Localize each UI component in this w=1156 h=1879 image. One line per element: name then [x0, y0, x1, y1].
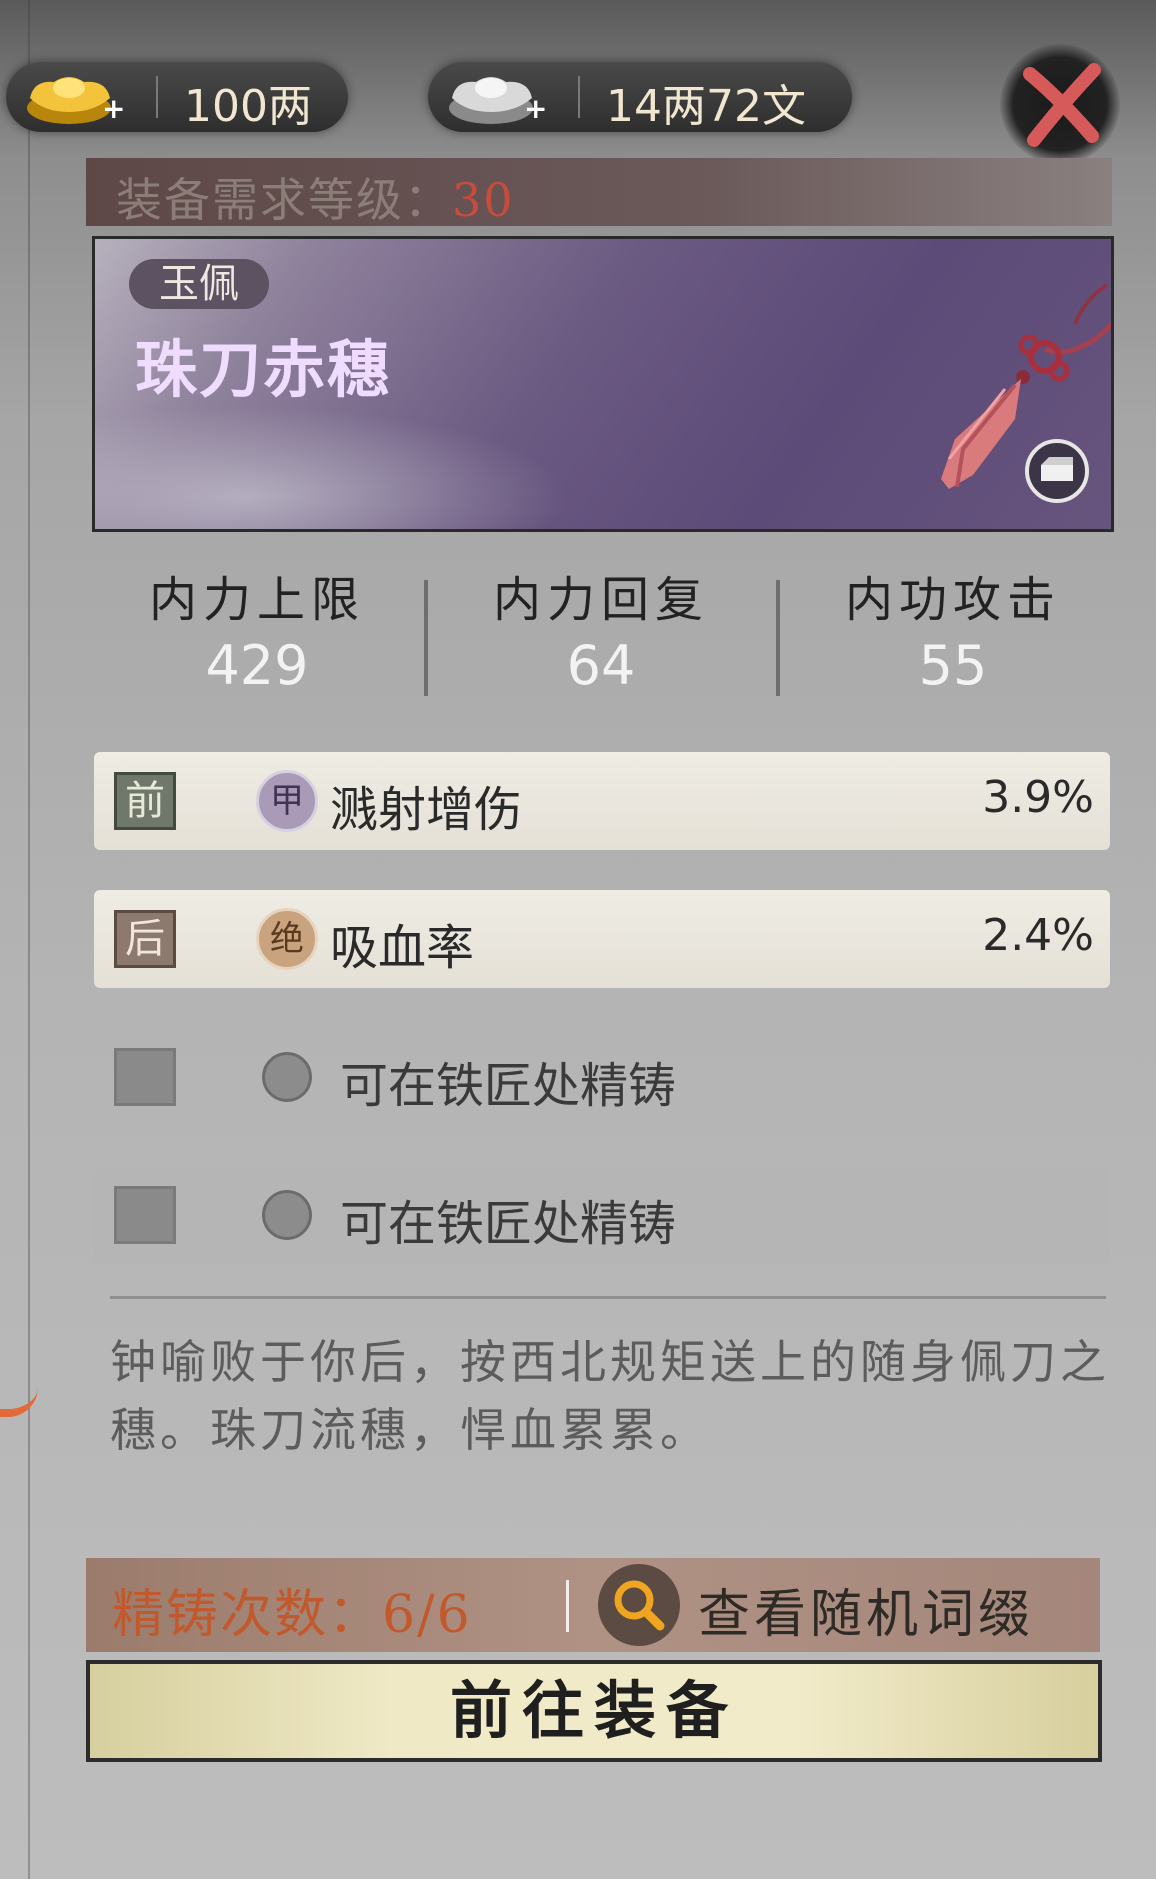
silver-currency[interactable]: + 14两72文 — [428, 62, 852, 132]
gold-amount: 100两 — [184, 81, 312, 132]
stat-label: 内力上限 — [148, 572, 365, 628]
stat-label: 内力回复 — [492, 572, 709, 628]
affix-name: 溅射增伤 — [330, 782, 523, 838]
affix-value: 3.9% — [982, 772, 1094, 823]
item-name: 珠刀赤穗 — [135, 333, 392, 406]
affix-slot-front: 前 — [114, 772, 176, 830]
affix-grade-badge: 绝 — [256, 908, 318, 970]
edge-marker — [0, 1385, 38, 1417]
affix-grade-badge: 甲 — [256, 770, 318, 832]
stat-label: 内功攻击 — [844, 572, 1061, 628]
empty-grade-icon — [256, 1184, 318, 1246]
description-divider — [110, 1296, 1106, 1299]
forge-count-label: 精铸次数： — [112, 1585, 383, 1645]
affix-slot-back: 后 — [114, 910, 176, 968]
forge-count-value: 6/6 — [382, 1585, 472, 1645]
stat-divider — [776, 580, 780, 696]
stat-internal-attack: 内功攻击 55 — [788, 560, 1118, 697]
close-button[interactable] — [1000, 44, 1120, 164]
requirement-text: 装备需求等级： — [116, 173, 452, 227]
item-card: 玉佩 珠刀赤穗 — [92, 236, 1114, 532]
silver-ingot-icon — [449, 77, 533, 124]
affix-placeholder: 可在铁匠处精铸 — [340, 1196, 677, 1252]
affix-row-empty[interactable]: 可在铁匠处精铸 — [94, 1166, 1110, 1264]
affix-value: 2.4% — [982, 910, 1094, 961]
panel-edge — [28, 0, 30, 1879]
currency-separator — [156, 76, 158, 118]
forge-separator — [566, 1580, 569, 1632]
go-equip-label: 前往装备 — [449, 1674, 738, 1747]
empty-grade-icon — [256, 1046, 318, 1108]
currency-separator — [578, 76, 580, 118]
stats-panel: 内力上限 429 内力回复 64 内功攻击 55 — [92, 540, 1108, 720]
card-background-fog — [95, 399, 595, 529]
magnifier-glyph — [614, 1580, 665, 1631]
add-silver-icon[interactable]: + — [524, 95, 550, 123]
view-random-affixes-button[interactable]: 查看随机词缀 — [598, 1564, 1122, 1646]
affix-row-empty[interactable]: 可在铁匠处精铸 — [94, 1028, 1110, 1126]
view-random-affixes-label: 查看随机词缀 — [698, 1585, 1035, 1645]
level-requirement: 装备需求等级：30 — [86, 158, 1112, 227]
gold-currency[interactable]: + 100两 — [6, 62, 348, 132]
stat-internal-recovery: 内力回复 64 — [436, 560, 766, 697]
affix-slot-empty — [114, 1186, 176, 1244]
silver-amount: 14两72文 — [606, 81, 806, 132]
go-equip-button[interactable]: 前往装备 — [86, 1660, 1102, 1762]
stat-value: 55 — [918, 634, 988, 697]
stat-value: 64 — [566, 634, 636, 697]
item-type-tag: 玉佩 — [129, 259, 269, 309]
equip-box-glyph — [1041, 457, 1073, 481]
close-icon — [1023, 63, 1101, 147]
affix-row-back[interactable]: 后 绝 吸血率 2.4% — [94, 890, 1110, 988]
requirement-label: 装备需求等级：30 — [116, 164, 515, 230]
forge-count: 精铸次数：6/6 — [112, 1572, 472, 1647]
gold-ingot-icon — [27, 77, 111, 124]
stat-value: 429 — [205, 634, 309, 697]
affix-slot-empty — [114, 1048, 176, 1106]
affix-placeholder: 可在铁匠处精铸 — [340, 1058, 677, 1114]
forge-bar: 精铸次数：6/6 查看随机词缀 — [86, 1558, 1100, 1652]
equip-box-icon[interactable] — [1025, 439, 1089, 503]
stat-divider — [424, 580, 428, 696]
add-gold-icon[interactable]: + — [102, 95, 128, 123]
affix-row-front[interactable]: 前 甲 溅射增伤 3.9% — [94, 752, 1110, 850]
item-description: 钟喻败于你后，按西北规矩送上的随身佩刀之穗。珠刀流穗，悍血累累。 — [110, 1335, 1110, 1457]
affix-name: 吸血率 — [330, 920, 475, 976]
stat-max-internal-power: 内力上限 429 — [92, 560, 422, 697]
magnifier-icon — [598, 1564, 680, 1646]
requirement-level: 30 — [452, 173, 515, 227]
